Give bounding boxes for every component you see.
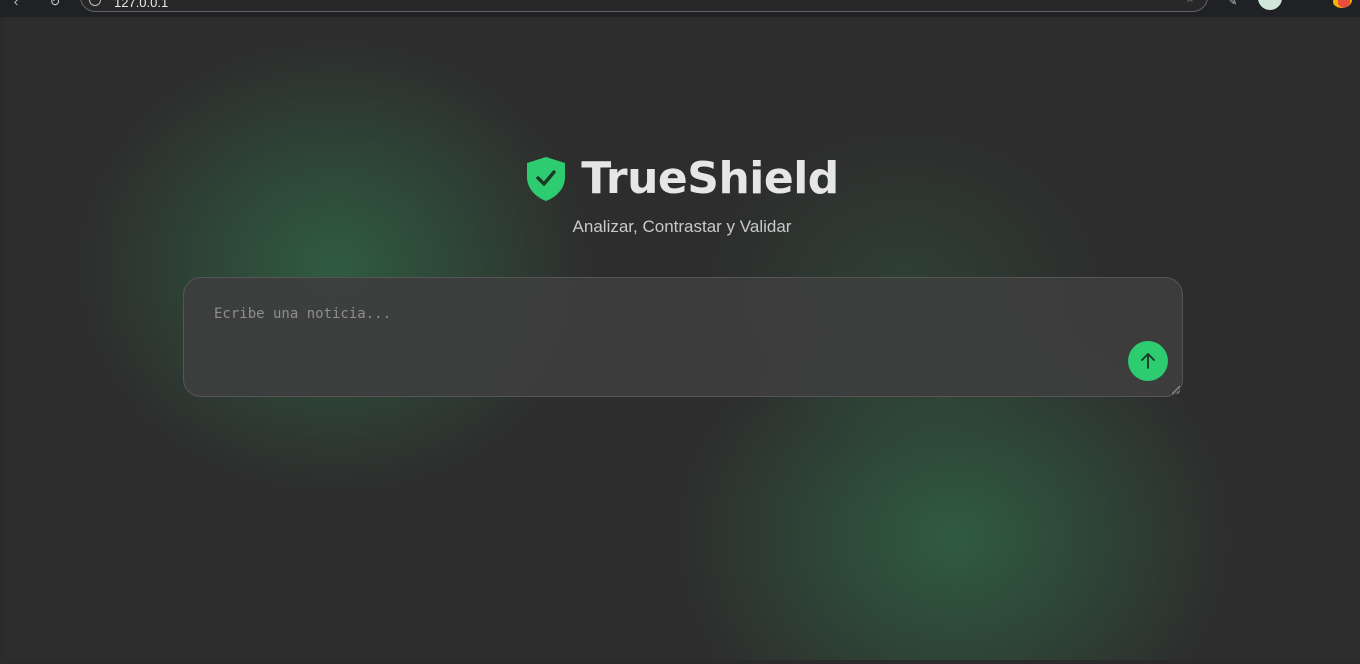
address-bar[interactable]: 127.0.0.1 ☆ bbox=[80, 0, 1208, 12]
resize-handle[interactable] bbox=[1172, 386, 1180, 394]
app-title: TrueShield bbox=[581, 153, 839, 204]
news-input[interactable] bbox=[184, 278, 1182, 396]
bookmark-star-icon[interactable]: ☆ bbox=[1185, 0, 1195, 6]
arrow-up-icon bbox=[1141, 353, 1155, 369]
send-button[interactable] bbox=[1128, 341, 1168, 381]
profile-avatar[interactable] bbox=[1258, 0, 1282, 10]
page-viewport: TrueShield Analizar, Contrastar y Valida… bbox=[4, 17, 1360, 660]
extensions-icon[interactable]: ✎ bbox=[1228, 0, 1242, 8]
browser-toolbar: ‹ ↻ 127.0.0.1 ☆ ✎ bbox=[0, 0, 1360, 17]
extension-colorful-icon[interactable] bbox=[1332, 0, 1352, 8]
news-composer bbox=[183, 277, 1183, 397]
app-tagline: Analizar, Contrastar y Validar bbox=[572, 217, 792, 236]
brand: TrueShield bbox=[525, 154, 839, 204]
app-header: TrueShield Analizar, Contrastar y Valida… bbox=[4, 154, 1360, 237]
reload-icon[interactable]: ↻ bbox=[47, 0, 63, 10]
back-arrow-icon[interactable]: ‹ bbox=[8, 0, 24, 10]
shield-check-icon bbox=[527, 157, 566, 201]
site-info-icon[interactable] bbox=[89, 0, 101, 6]
url-text[interactable]: 127.0.0.1 bbox=[114, 0, 168, 10]
